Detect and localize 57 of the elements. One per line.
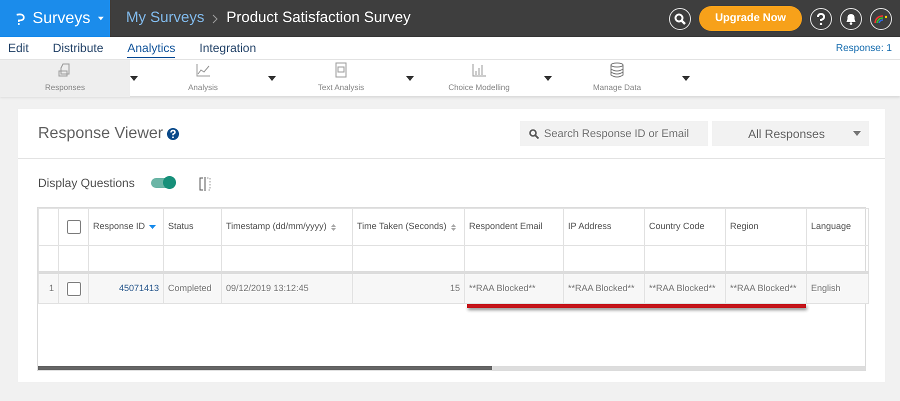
column-header[interactable]: Status: [168, 220, 194, 234]
toolbar-button[interactable]: Text Analysis: [276, 60, 406, 96]
checkbox[interactable]: [66, 282, 80, 296]
table-cell: **RAA Blocked**: [730, 282, 797, 293]
table-cell: **RAA Blocked**: [568, 282, 635, 293]
table-cell: 15: [450, 282, 460, 293]
menu-tab[interactable]: Integration: [199, 39, 256, 57]
columns-icon: [198, 176, 211, 191]
search-icon: [674, 12, 686, 24]
toggle-switch[interactable]: [150, 178, 175, 188]
chevron-icon: [212, 14, 218, 24]
response-id-link[interactable]: 45071413: [118, 282, 159, 293]
search-field[interactable]: Search Response ID or Email: [520, 121, 708, 146]
table-cell: **RAA Blocked**: [469, 282, 536, 293]
column-header[interactable]: Region: [730, 220, 759, 234]
toolbar-button[interactable]: Manage Data: [552, 60, 682, 96]
notifications-button[interactable]: [840, 8, 862, 30]
sort-desc-icon[interactable]: [149, 225, 156, 229]
profile-button[interactable]: [870, 8, 892, 30]
caret-icon: [853, 131, 861, 136]
rainbow-icon: [874, 14, 888, 24]
database-icon: [609, 62, 625, 78]
caret-icon: [544, 76, 552, 82]
bell-icon: [846, 12, 856, 24]
table-cell: **RAA Blocked**: [649, 282, 716, 293]
caret-icon: [682, 76, 690, 82]
menu-tab[interactable]: Distribute: [52, 39, 104, 57]
row-number: 1: [48, 282, 54, 293]
caret-icon: [130, 76, 138, 82]
toolbar-button[interactable]: Choice Modelling: [414, 60, 544, 96]
filter-dropdown[interactable]: All Responses: [712, 121, 869, 146]
table-cell: English: [811, 282, 841, 293]
menu-tab[interactable]: Analytics: [127, 38, 176, 58]
toolbar-button[interactable]: Analysis: [138, 60, 268, 96]
horizontal-scrollbar[interactable]: [38, 366, 865, 370]
checkbox[interactable]: [66, 220, 80, 234]
caret-icon: [98, 16, 104, 21]
table-cell: 09/12/2019 13:12:45: [226, 282, 309, 293]
panel-title: Response Viewer: [38, 124, 164, 144]
text-document-icon: [333, 62, 349, 78]
columns-button[interactable]: [198, 174, 211, 192]
caret-icon: [406, 76, 414, 82]
line-chart-icon: [195, 62, 211, 78]
survey-title: Product Satisfaction Survey: [226, 8, 411, 28]
response-count: Response: 1: [836, 42, 892, 56]
logo-icon: [16, 10, 25, 26]
help-icon: [167, 128, 180, 140]
bar-chart-icon: [471, 62, 487, 78]
caret-icon: [268, 76, 276, 82]
search-button[interactable]: [669, 8, 692, 30]
table-cell: Completed: [168, 282, 212, 293]
help-button[interactable]: [810, 8, 832, 30]
menu-tab[interactable]: Edit: [8, 39, 29, 57]
question-icon: [817, 12, 825, 24]
breadcrumb-link[interactable]: My Surveys: [126, 7, 204, 30]
surveys-menu[interactable]: Surveys: [0, 0, 110, 37]
toggle-label: Display Questions: [38, 175, 135, 192]
